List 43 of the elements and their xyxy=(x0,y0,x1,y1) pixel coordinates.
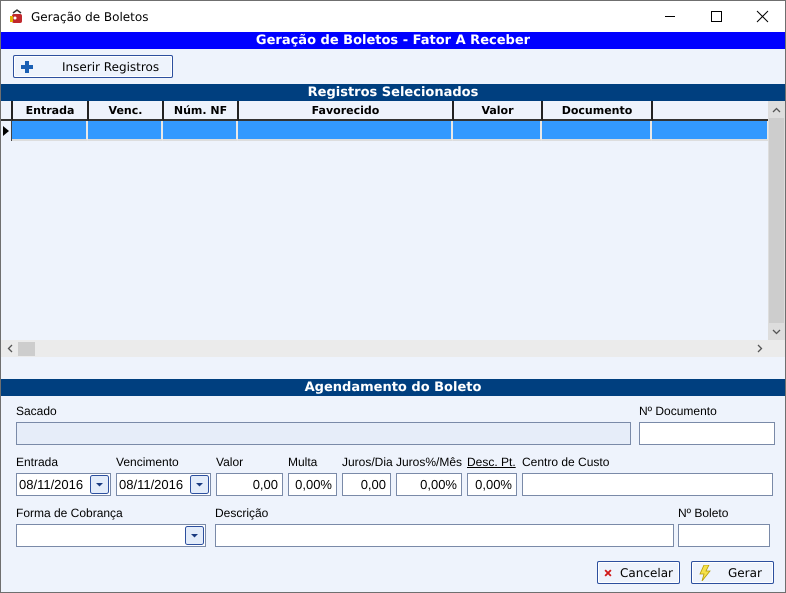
scroll-right-icon[interactable] xyxy=(756,344,762,353)
scroll-down-icon[interactable] xyxy=(772,328,781,334)
field-label: Multa xyxy=(288,455,318,471)
cancel-button[interactable]: Cancelar xyxy=(597,561,680,584)
field-label: Nº Documento xyxy=(639,404,718,420)
section-header: Agendamento do Boleto xyxy=(1,379,785,396)
input-field[interactable]: 0,00 xyxy=(342,473,391,496)
field-label: Nº Boleto xyxy=(678,506,730,522)
scroll-left-icon[interactable] xyxy=(6,344,12,353)
input-field[interactable] xyxy=(678,524,770,547)
date-picker[interactable]: 08/11/2016 xyxy=(16,473,111,496)
field-label: Juros%/Mês xyxy=(396,455,462,471)
field-label: Entrada xyxy=(16,455,60,471)
field-label: Descrição xyxy=(215,506,270,522)
banner-title: Geração de Boletos - Fator A Receber xyxy=(1,32,785,49)
generate-button[interactable]: Gerar xyxy=(691,561,774,584)
input-field[interactable]: 0,00% xyxy=(467,473,517,496)
app-icon xyxy=(9,8,25,24)
scroll-up-icon[interactable] xyxy=(772,106,781,112)
field-label: Desc. Pt. xyxy=(467,455,517,471)
horizontal-scrollbar[interactable] xyxy=(1,340,768,357)
scroll-thumb[interactable] xyxy=(769,118,784,323)
input-field[interactable]: 0,00% xyxy=(288,473,337,496)
vertical-scrollbar[interactable] xyxy=(768,101,785,340)
table-row[interactable] xyxy=(1,121,768,141)
field-label: Forma de Cobrança xyxy=(16,506,124,522)
field-label: Vencimento xyxy=(116,455,180,471)
insert-button[interactable]: Inserir Registros xyxy=(13,55,173,78)
section-header: Registros Selecionados xyxy=(1,84,785,101)
input-field[interactable] xyxy=(215,524,674,547)
field-label: Sacado xyxy=(16,404,58,420)
scroll-thumb[interactable] xyxy=(18,342,35,356)
window-title: Geração de Boletos xyxy=(31,10,150,24)
date-picker[interactable]: 08/11/2016 xyxy=(116,473,211,496)
field-label: Valor xyxy=(216,455,244,471)
field-label: Juros/Dia xyxy=(342,455,391,471)
lightning-icon xyxy=(698,564,712,580)
plus-icon xyxy=(20,60,34,74)
input-field[interactable] xyxy=(639,422,775,445)
input-field[interactable]: 0,00% xyxy=(396,473,462,496)
input-field[interactable] xyxy=(522,473,773,496)
field-label: Centro de Custo xyxy=(522,455,610,471)
input-field[interactable]: 0,00 xyxy=(216,473,283,496)
